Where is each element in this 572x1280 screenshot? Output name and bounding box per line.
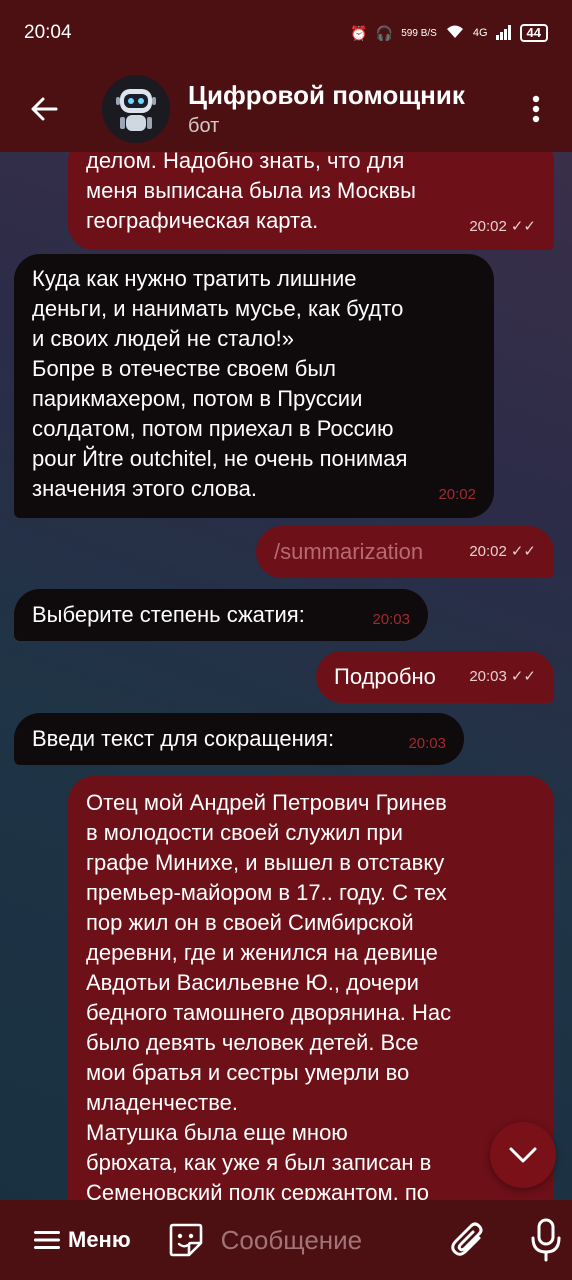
message-composer: Меню <box>0 1200 572 1280</box>
menu-icon <box>34 1231 60 1249</box>
message-time: 20:02 <box>469 218 507 235</box>
more-button[interactable] <box>522 79 550 139</box>
network-type: 4G <box>472 27 488 39</box>
message-outgoing[interactable]: делом. Надобно знать, что для меня выпис… <box>68 152 554 250</box>
message-outgoing[interactable]: Подробно 20:03 ✓✓ <box>316 651 554 703</box>
chat-title-block[interactable]: Цифровой помощник бот <box>188 80 465 138</box>
status-time: 20:04 <box>24 22 72 43</box>
more-vertical-icon <box>532 95 540 123</box>
alarm-icon: ⏰ <box>350 24 368 41</box>
message-text: /summarization <box>274 539 424 564</box>
back-button[interactable] <box>14 79 74 139</box>
chat-header: Цифровой помощник бот <box>0 66 572 152</box>
message-time: 20:03 <box>372 611 410 628</box>
avatar[interactable] <box>102 75 170 143</box>
menu-button[interactable]: Меню <box>34 1227 131 1253</box>
read-checkmarks-icon: ✓✓ <box>510 218 536 235</box>
message-text: Выберите степень сжатия: <box>32 602 305 627</box>
robot-icon <box>116 89 156 131</box>
wifi-icon <box>445 24 465 43</box>
status-bar: 20:04 ⏰ 🎧 599 B/S 4G 44 <box>0 0 572 66</box>
signal-icon <box>495 24 512 43</box>
microphone-icon[interactable] <box>529 1218 563 1262</box>
message-time: 20:02 <box>469 543 507 560</box>
message-text: Введи текст для сокращения: <box>32 726 335 751</box>
message-incoming[interactable]: Выберите степень сжатия: 20:03 <box>14 589 428 641</box>
message-text: Отец мой Андрей Петрович Гринев в молодо… <box>86 790 452 1200</box>
message-outgoing[interactable]: Отец мой Андрей Петрович Гринев в молодо… <box>68 776 554 1200</box>
menu-label: Меню <box>68 1227 131 1252</box>
message-incoming[interactable]: Введи текст для сокращения: 20:03 <box>14 713 464 765</box>
sticker-icon[interactable] <box>167 1221 205 1259</box>
net-speed: 599 B/S <box>401 27 437 39</box>
message-time: 20:03 <box>408 735 446 752</box>
message-input[interactable] <box>220 1224 421 1256</box>
chat-title: Цифровой помощник <box>188 80 465 110</box>
message-list[interactable]: делом. Надобно знать, что для меня выпис… <box>0 152 572 1200</box>
battery-icon: 44 <box>519 24 548 42</box>
chevron-down-icon <box>509 1147 537 1163</box>
message-text: Куда как нужно тратить лишние деньги, и … <box>32 266 408 501</box>
read-checkmarks-icon: ✓✓ <box>510 543 536 560</box>
message-outgoing[interactable]: /summarization 20:02 ✓✓ <box>256 526 554 578</box>
message-text: делом. Надобно знать, что для меня выпис… <box>86 152 416 233</box>
status-icons: ⏰ 🎧 599 B/S 4G 44 <box>350 24 548 43</box>
message-time: 20:03 <box>469 668 507 685</box>
message-text: Подробно <box>334 664 436 689</box>
message-incoming[interactable]: Куда как нужно тратить лишние деньги, и … <box>14 254 494 518</box>
arrow-left-icon <box>31 97 58 121</box>
message-time: 20:02 <box>438 486 476 503</box>
paperclip-icon[interactable] <box>449 1218 487 1262</box>
chat-subtitle: бот <box>188 115 220 137</box>
scroll-down-button[interactable] <box>490 1122 556 1188</box>
read-checkmarks-icon: ✓✓ <box>510 668 536 685</box>
headphones-icon: 🎧 <box>375 24 394 41</box>
